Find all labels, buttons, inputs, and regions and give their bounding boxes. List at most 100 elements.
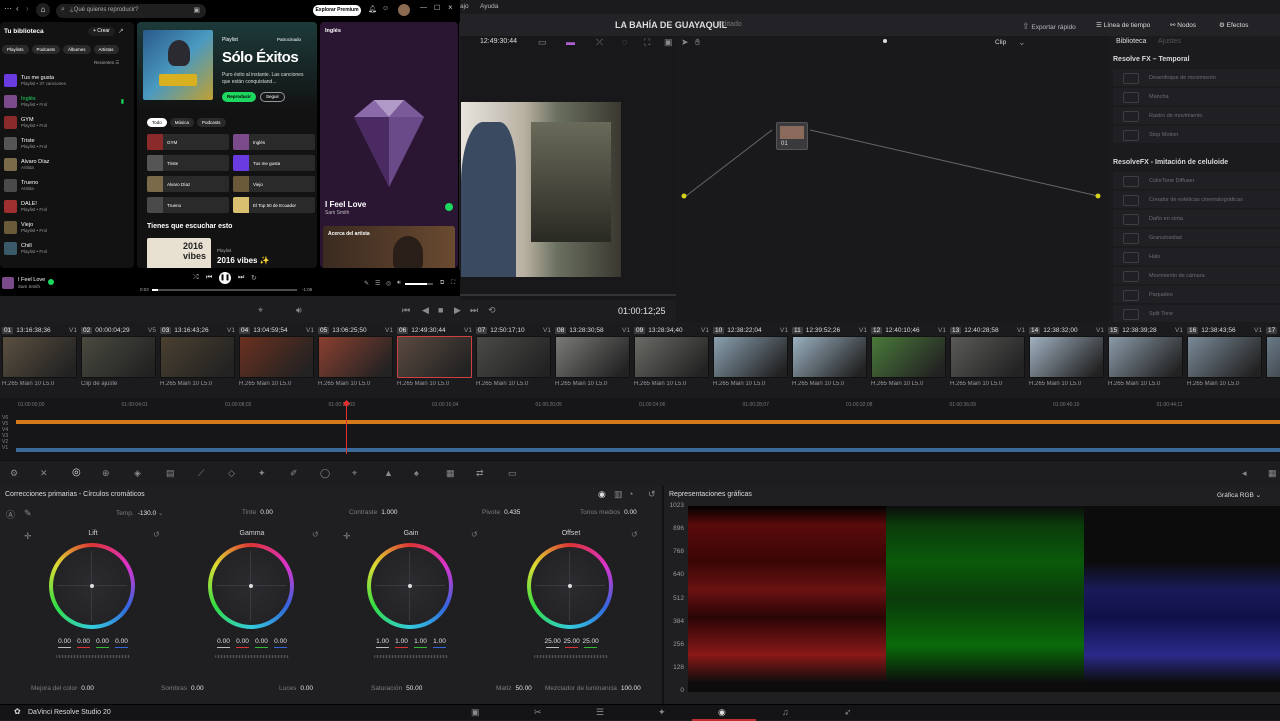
follow-button[interactable]: Seguir — [260, 92, 286, 102]
magic-mask-icon[interactable]: ▲ — [384, 468, 393, 478]
wheel-master-slider[interactable] — [374, 655, 448, 658]
adjustment-clip-bar[interactable] — [16, 420, 1280, 424]
clip[interactable]: 09 13:28:34;40 V1 H.265 Main 10 L5.0 — [634, 324, 709, 387]
library-item[interactable]: Triste Playlist • Frol — [0, 133, 134, 154]
chip[interactable]: Todo — [147, 118, 167, 127]
quick-tile[interactable]: Triste — [147, 155, 229, 171]
fx-item[interactable]: Creador de estéticas cinematográficas — [1113, 191, 1280, 208]
fx-item[interactable]: Stop Motion — [1113, 126, 1280, 143]
qualifier-icon[interactable]: ✦ — [258, 468, 266, 479]
menu-workspace[interactable]: ajo — [460, 3, 469, 10]
minimize-icon[interactable]: — — [420, 4, 427, 11]
wheel-reset-icon[interactable]: ↺ — [471, 530, 478, 539]
clip-dropdown[interactable]: Clip — [995, 39, 1006, 46]
player-saved-icon[interactable] — [48, 279, 54, 285]
clip[interactable]: 07 12:50:17;10 V1 H.265 Main 10 L5.0 — [476, 324, 551, 387]
settings-tab[interactable]: Ajustes — [1158, 38, 1181, 45]
contrast-value[interactable]: 1.000 — [381, 509, 397, 516]
viewer-zoom-icon[interactable]: ⌖ — [258, 305, 263, 316]
clip[interactable]: 04 13:04:59;54 V1 H.265 Main 10 L5.0 — [239, 324, 314, 387]
pivot-param[interactable]: Pivote 0.435 — [482, 509, 520, 516]
eyedropper-icon[interactable]: ✐ — [290, 468, 298, 479]
volume-icon[interactable]: 🔊︎ — [397, 280, 401, 287]
color-wheel[interactable] — [367, 543, 453, 629]
saturation-value[interactable]: 50.00 — [406, 685, 422, 692]
3d-icon[interactable]: ▭ — [508, 468, 517, 479]
wheel-value[interactable]: 25.00 — [583, 638, 599, 648]
expand-icon[interactable]: ↗ — [118, 27, 124, 35]
wheel-value[interactable]: 0.00 — [216, 638, 231, 648]
clip[interactable]: 14 12:38:32;00 V1 H.265 Main 10 L5.0 — [1029, 324, 1104, 387]
clip[interactable]: 15 12:38:39;28 V1 H.265 Main 10 L5.0 — [1108, 324, 1183, 387]
clip-dropdown-icon[interactable]: ⌄ — [1018, 37, 1026, 48]
clip[interactable]: 06 12:49:30;44 V1 H.265 Main 10 L5.0 — [397, 324, 472, 387]
viewer-highlight-icon[interactable]: ◌ — [622, 37, 627, 47]
wheel-value[interactable]: 0.00 — [114, 638, 129, 648]
about-artist-card[interactable]: Acerca del artista — [323, 226, 455, 268]
wheel-master-slider[interactable] — [215, 655, 289, 658]
rec-title[interactable]: 2016 vibes ✨ — [217, 256, 270, 265]
fx-item[interactable]: Granulosidad — [1113, 229, 1280, 246]
primaries-wheels-icon[interactable]: ◎ — [72, 467, 81, 478]
np-song[interactable]: I Feel Love — [325, 200, 366, 209]
fx-section-title[interactable]: ResolveFX - Imitación de celuloide — [1113, 159, 1280, 166]
next-icon[interactable]: ⏭︎ — [238, 274, 244, 282]
lummix-value[interactable]: 100.00 — [621, 685, 641, 692]
wheel-value[interactable]: 0.00 — [254, 638, 269, 648]
wheel-value[interactable]: 0.00 — [57, 638, 72, 648]
nodes-button[interactable]: ⚯ Nodos — [1170, 21, 1196, 29]
quick-tile[interactable]: El Top 50 de Ecuador — [233, 197, 315, 213]
wheel-handle[interactable] — [249, 584, 253, 588]
clip[interactable]: 12 12:40:10;46 V1 H.265 Main 10 L5.0 — [871, 324, 946, 387]
player-artist[interactable]: Sam Smith — [18, 284, 40, 289]
go-start-icon[interactable]: ⏮︎ — [402, 305, 410, 316]
np-playlist[interactable]: Inglés — [325, 28, 341, 34]
temp-param[interactable]: Temp. -130.0 ⌄ — [116, 509, 163, 517]
fx-item[interactable]: Desenfoque de movimiento — [1113, 69, 1280, 86]
saturation-param[interactable]: Saturación 50.00 — [371, 685, 422, 692]
go-end-icon[interactable]: ⏭︎ — [470, 305, 478, 316]
wheel-master-slider[interactable] — [534, 655, 608, 658]
quick-tile[interactable]: GYM — [147, 134, 229, 150]
edit-page-icon[interactable]: ☰ — [596, 707, 604, 718]
fx-item[interactable]: Rastro de movimiento — [1113, 107, 1280, 124]
play-icon[interactable]: ▶ — [454, 305, 461, 316]
back-icon[interactable]: ‹ — [16, 4, 19, 13]
quick-tile[interactable]: Inglés — [233, 134, 315, 150]
fx-item[interactable]: Movimiento de cámara — [1113, 267, 1280, 284]
clip-thumbnail[interactable] — [1266, 336, 1280, 378]
queue-icon[interactable]: ☰ — [375, 280, 380, 287]
library-filter[interactable]: Álbumes — [63, 45, 91, 54]
library-item[interactable]: Alvaro Díaz Artista — [0, 154, 134, 175]
chip[interactable]: Podcasts — [197, 118, 226, 127]
library-filter[interactable]: Podcasts — [31, 45, 61, 54]
mini-player-icon[interactable]: ⧉ — [440, 280, 444, 287]
hero-title[interactable]: Sólo Éxitos — [222, 49, 299, 66]
audio-icon[interactable]: 🔊︎ — [296, 305, 302, 316]
create-button[interactable]: + Crear — [88, 27, 115, 36]
key-icon[interactable]: ▦ — [446, 468, 455, 479]
clip-thumbnail[interactable] — [871, 336, 946, 378]
curves-icon[interactable]: ⟋ — [198, 468, 204, 479]
media-page-icon[interactable]: ▣ — [471, 707, 480, 718]
fx-item[interactable]: Mancha — [1113, 88, 1280, 105]
library-filter[interactable]: Artistas — [93, 45, 119, 54]
hand-icon[interactable]: ✋︎ — [695, 37, 700, 48]
clip[interactable]: 10 12:38:22;04 V1 H.265 Main 10 L5.0 — [713, 324, 788, 387]
clip-thumbnail[interactable] — [713, 336, 788, 378]
avatar[interactable] — [398, 4, 410, 16]
timeline-ruler[interactable]: 01:00:00;00 01:00:04;01 01:00:08;02 01:00:1… — [0, 402, 1280, 412]
viewer-scrubber[interactable] — [460, 294, 676, 296]
wheel-value[interactable]: 0.00 — [95, 638, 110, 648]
fusion-page-icon[interactable]: ✦ — [658, 707, 666, 718]
clip[interactable]: 08 13:28:30;58 V1 H.265 Main 10 L5.0 — [555, 324, 630, 387]
color-node-01[interactable]: 01 — [776, 122, 808, 150]
viewer-mode-icon[interactable]: ▬ — [566, 37, 575, 47]
fx-item[interactable]: Halo — [1113, 248, 1280, 265]
wheel-value[interactable]: 25.00 — [564, 638, 580, 648]
window-icon[interactable]: ◯ — [320, 468, 330, 479]
v1-clip-bar[interactable] — [16, 448, 1280, 452]
camera-raw-icon[interactable]: ⚙ — [10, 468, 18, 479]
stop-icon[interactable]: ■ — [438, 305, 443, 315]
recents-sort[interactable]: Recientes ☰ — [94, 60, 119, 66]
